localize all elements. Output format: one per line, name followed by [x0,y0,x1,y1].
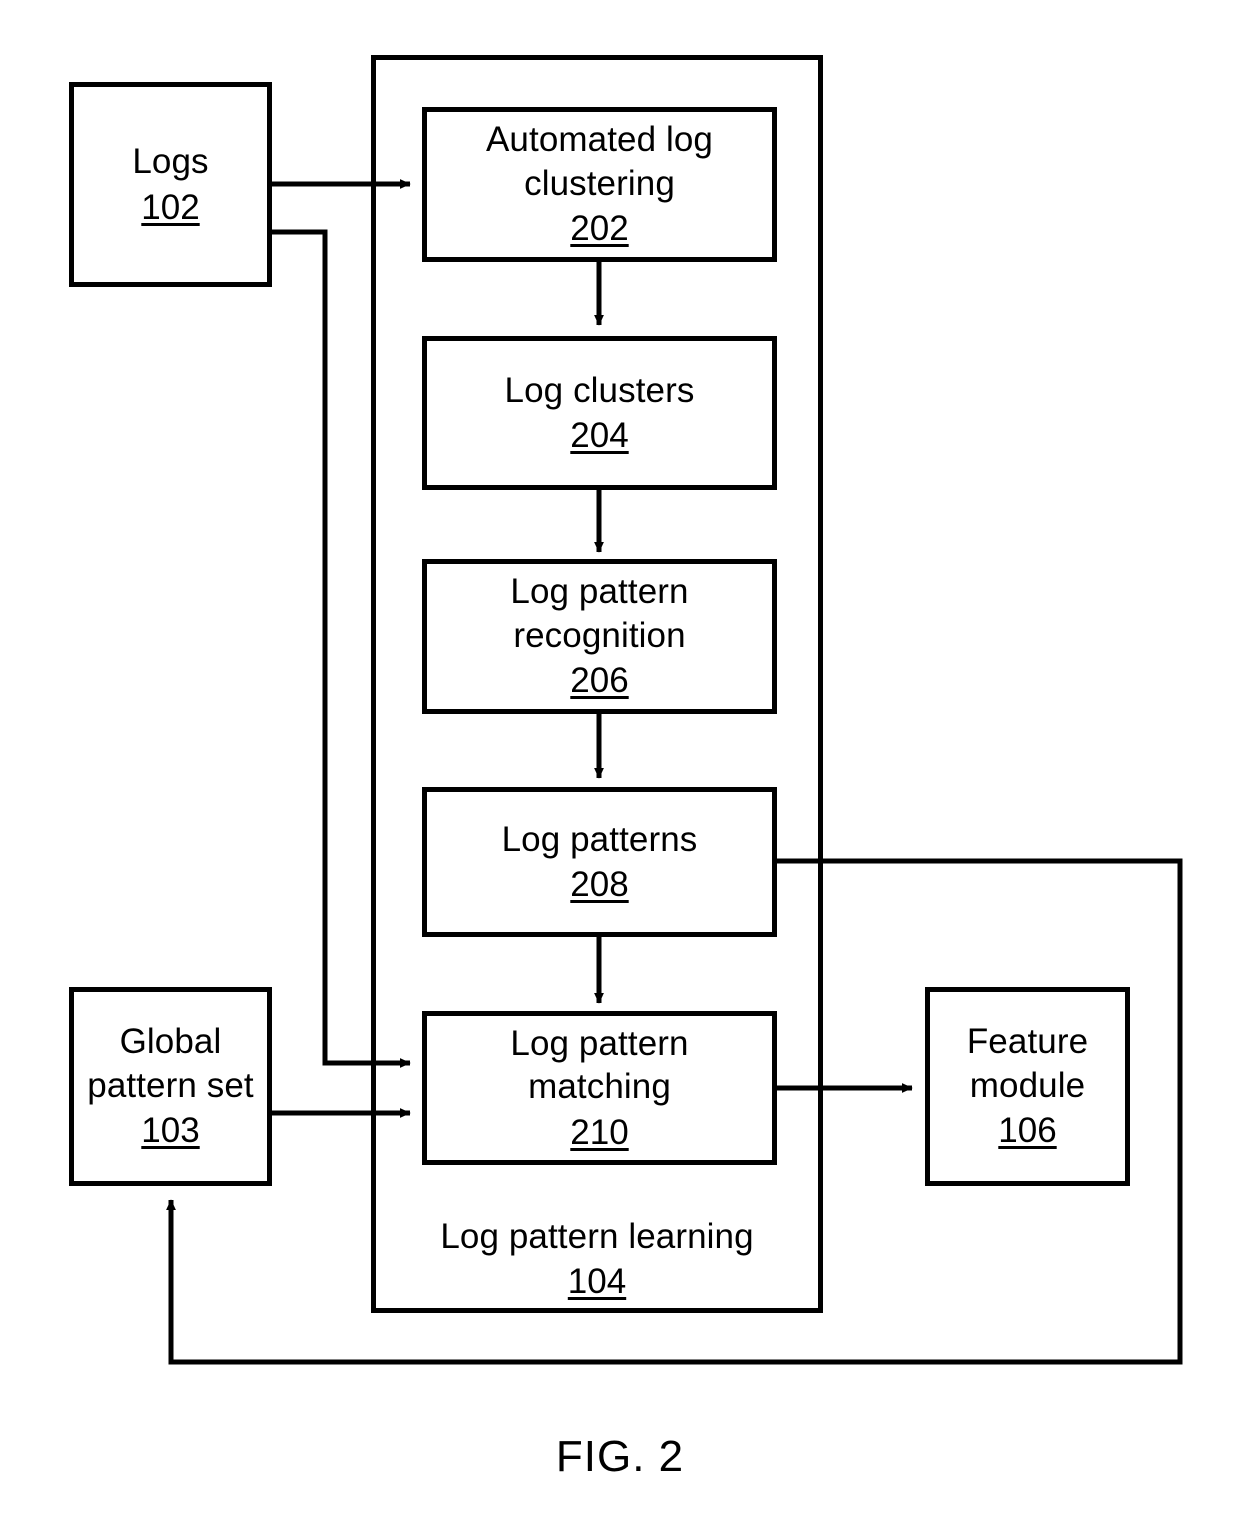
node-global-pattern-set-103[interactable]: Global pattern set 103 [69,987,272,1186]
log-patterns-label: Log patterns [501,819,698,859]
node-feature-module-106[interactable]: Feature module 106 [925,987,1130,1186]
log-pattern-recognition-ref: 206 [570,661,629,701]
log-clusters-ref: 204 [570,416,629,455]
logs-ref: 102 [141,187,200,227]
feature-module-ref: 106 [998,1111,1057,1151]
log-pattern-learning-ref: 104 [567,1262,627,1302]
global-pattern-set-ref: 103 [141,1111,200,1151]
log-pattern-matching-ref: 210 [570,1112,629,1152]
log-pattern-learning-label: Log pattern learning [440,1217,754,1256]
figure-caption: FIG. 2 [555,1432,685,1481]
log-clusters-label: Log clusters [504,370,695,410]
feature-module-label: Feature module [966,1022,1089,1105]
log-pattern-matching-label: Log pattern matching [510,1023,689,1107]
node-automated-log-clustering-202[interactable]: Automated log clustering 202 [422,107,777,262]
log-patterns-ref: 208 [570,865,629,904]
automated-log-clustering-ref: 202 [570,209,629,249]
node-log-clusters-204[interactable]: Log clusters 204 [422,336,777,490]
node-log-patterns-208[interactable]: Log patterns 208 [422,787,777,937]
logs-label: Logs [132,142,209,182]
log-pattern-recognition-label: Log pattern recognition [510,572,689,655]
node-log-pattern-recognition-206[interactable]: Log pattern recognition 206 [422,559,777,714]
node-logs-102[interactable]: Logs 102 [69,82,272,287]
log-pattern-learning-caption: Log pattern learning 104 [371,1215,823,1304]
automated-log-clustering-label: Automated log clustering [485,120,713,203]
node-log-pattern-matching-210[interactable]: Log pattern matching 210 [422,1011,777,1165]
global-pattern-set-label: Global pattern set [87,1022,254,1105]
figure-2-diagram: Log pattern learning 104 Logs 102 Global… [0,0,1240,1519]
